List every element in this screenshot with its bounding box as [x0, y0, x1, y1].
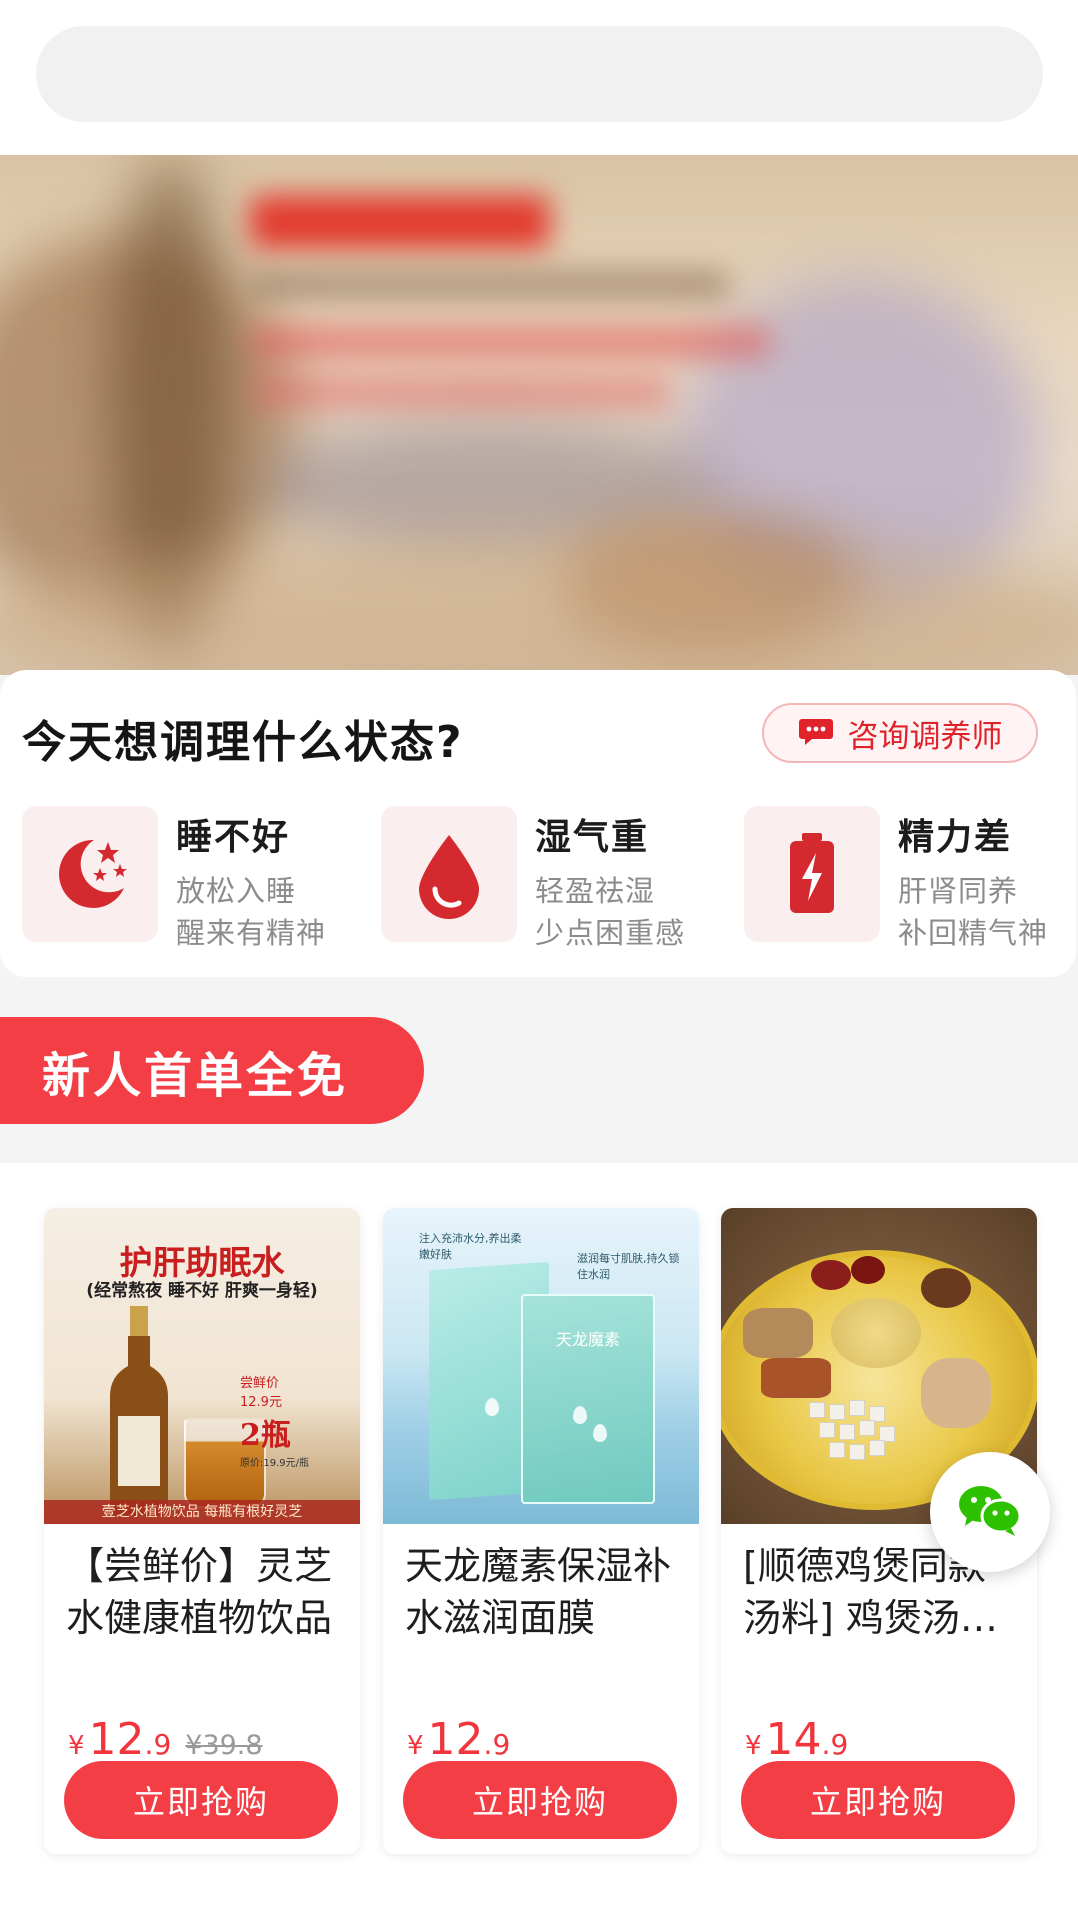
poria-cube — [859, 1420, 875, 1436]
product-price: ¥ 12 .9 ¥39.8 — [68, 1714, 263, 1765]
promo-text: 原价:19.9元/瓶 — [240, 1458, 310, 1469]
product-list: 护肝助眠水 (经常熬夜 睡不好 肝爽一身轻) 尝鲜价 12.9元 2瓶 原价:1… — [0, 1163, 1078, 1906]
wechat-icon — [957, 1482, 1023, 1542]
herb-shape — [921, 1358, 991, 1428]
condition-name: 精力差 — [898, 817, 1013, 858]
banner-shape — [0, 535, 1078, 675]
condition-desc: 肝肾同养 — [898, 874, 1019, 908]
chat-bubble-icon — [798, 715, 834, 751]
poria-cube — [869, 1440, 885, 1456]
consult-advisor-label: 咨询调养师 — [847, 718, 1003, 755]
condition-item-sleep[interactable]: 睡不好 放松入睡 醒来有精神 — [22, 806, 352, 950]
moon-stars-icon — [22, 806, 158, 942]
buy-now-button[interactable]: 立即抢购 — [403, 1761, 677, 1839]
product-image[interactable]: 护肝助眠水 (经常熬夜 睡不好 肝爽一身轻) 尝鲜价 12.9元 2瓶 原价:1… — [44, 1208, 360, 1524]
promo-text: 尝鲜价 — [240, 1376, 280, 1391]
poria-cube — [829, 1442, 845, 1458]
price-decimal: .9 — [144, 1728, 172, 1761]
condition-item-energy[interactable]: 精力差 肝肾同养 补回精气神 — [744, 806, 1074, 950]
poria-cube — [839, 1424, 855, 1440]
herb-shape — [743, 1308, 813, 1358]
drop-shape — [593, 1424, 607, 1442]
buy-now-button[interactable]: 立即抢购 — [741, 1761, 1015, 1839]
soybean-shape — [831, 1298, 921, 1368]
image-caption: 注入充沛水分,养出柔嫩好肤 — [419, 1232, 522, 1261]
date-shape — [851, 1256, 885, 1284]
banner-headline-shape — [250, 195, 550, 249]
currency-symbol: ¥ — [407, 1731, 424, 1761]
search-input[interactable] — [36, 26, 1043, 122]
condition-desc: 补回精气神 — [898, 916, 1049, 950]
condition-desc: 少点困重感 — [535, 916, 686, 950]
product-price: ¥ 14 .9 — [745, 1714, 848, 1765]
product-price: ¥ 12 .9 — [407, 1714, 510, 1765]
top-bar — [0, 0, 1078, 155]
promo-text: 2瓶 — [240, 1418, 291, 1453]
consult-advisor-button[interactable]: 咨询调养师 — [762, 703, 1038, 763]
product-image[interactable]: 注入充沛水分,养出柔嫩好肤 滋润每寸肌肤,持久锁住水润 天龙魔素 — [383, 1208, 699, 1524]
condition-item-dampness[interactable]: 湿气重 轻盈祛湿 少点困重感 — [381, 806, 711, 950]
new-user-banner: 新人首单全免 — [0, 1017, 424, 1124]
poria-cube — [849, 1400, 865, 1416]
section-title: 今天想调理什么状态? — [22, 717, 464, 768]
original-price: ¥39.8 — [185, 1730, 263, 1761]
condition-name: 湿气重 — [535, 817, 650, 858]
poria-cube — [829, 1404, 845, 1420]
price-decimal: .9 — [821, 1728, 849, 1761]
poria-cube — [849, 1444, 865, 1460]
bottle-graphic — [110, 1306, 168, 1516]
banner-text-shape — [250, 270, 730, 300]
water-drop-icon — [381, 806, 517, 942]
mask-pack-graphic: 天龙魔素 — [521, 1294, 655, 1504]
poria-cube — [809, 1402, 825, 1418]
condition-desc: 轻盈祛湿 — [535, 874, 656, 908]
mushroom-shape — [921, 1268, 971, 1308]
product-card[interactable]: 护肝助眠水 (经常熬夜 睡不好 肝爽一身轻) 尝鲜价 12.9元 2瓶 原价:1… — [44, 1208, 360, 1854]
price-integer: 12 — [88, 1714, 145, 1765]
herb-shape — [761, 1358, 831, 1398]
price-integer: 12 — [427, 1714, 484, 1765]
banner-text-shape — [250, 325, 770, 359]
battery-bolt-icon — [744, 806, 880, 942]
promo-text: 12.9元 — [240, 1395, 282, 1410]
wechat-float-button[interactable] — [930, 1452, 1050, 1572]
condition-desc: 醒来有精神 — [176, 916, 327, 950]
product-title[interactable]: 天龙魔素保湿补水滋润面膜 — [405, 1540, 685, 1644]
banner-text-shape — [250, 375, 670, 409]
date-shape — [811, 1260, 851, 1290]
product-card[interactable]: 注入充沛水分,养出柔嫩好肤 滋润每寸肌肤,持久锁住水润 天龙魔素 天龙魔素保湿补… — [383, 1208, 699, 1854]
image-subline: (经常熬夜 睡不好 肝爽一身轻) — [86, 1281, 318, 1301]
currency-symbol: ¥ — [68, 1731, 85, 1761]
image-caption: 滋润每寸肌肤,持久锁住水润 — [577, 1252, 680, 1281]
price-integer: 14 — [765, 1714, 822, 1765]
promo-banner[interactable] — [0, 155, 1078, 675]
buy-now-button[interactable]: 立即抢购 — [64, 1761, 338, 1839]
product-title[interactable]: 【尝鲜价】灵芝水健康植物饮品 — [66, 1540, 346, 1644]
condition-name: 睡不好 — [176, 817, 291, 858]
price-decimal: .9 — [483, 1728, 511, 1761]
image-promo: 尝鲜价 12.9元 2瓶 原价:19.9元/瓶 — [240, 1372, 352, 1469]
drop-shape — [573, 1406, 587, 1424]
image-brand: 天龙魔素 — [555, 1330, 620, 1349]
condition-desc: 放松入睡 — [176, 874, 297, 908]
new-user-label: 新人首单全免 — [42, 1047, 349, 1104]
image-footer: 壹芝水植物饮品 每瓶有根好灵芝 — [44, 1500, 360, 1524]
drop-shape — [485, 1398, 499, 1416]
currency-symbol: ¥ — [745, 1731, 762, 1761]
condition-card: 今天想调理什么状态? 咨询调养师 睡不好 放松入睡 醒来有精神 湿气重 轻盈祛湿… — [0, 670, 1076, 977]
poria-cube — [819, 1422, 835, 1438]
